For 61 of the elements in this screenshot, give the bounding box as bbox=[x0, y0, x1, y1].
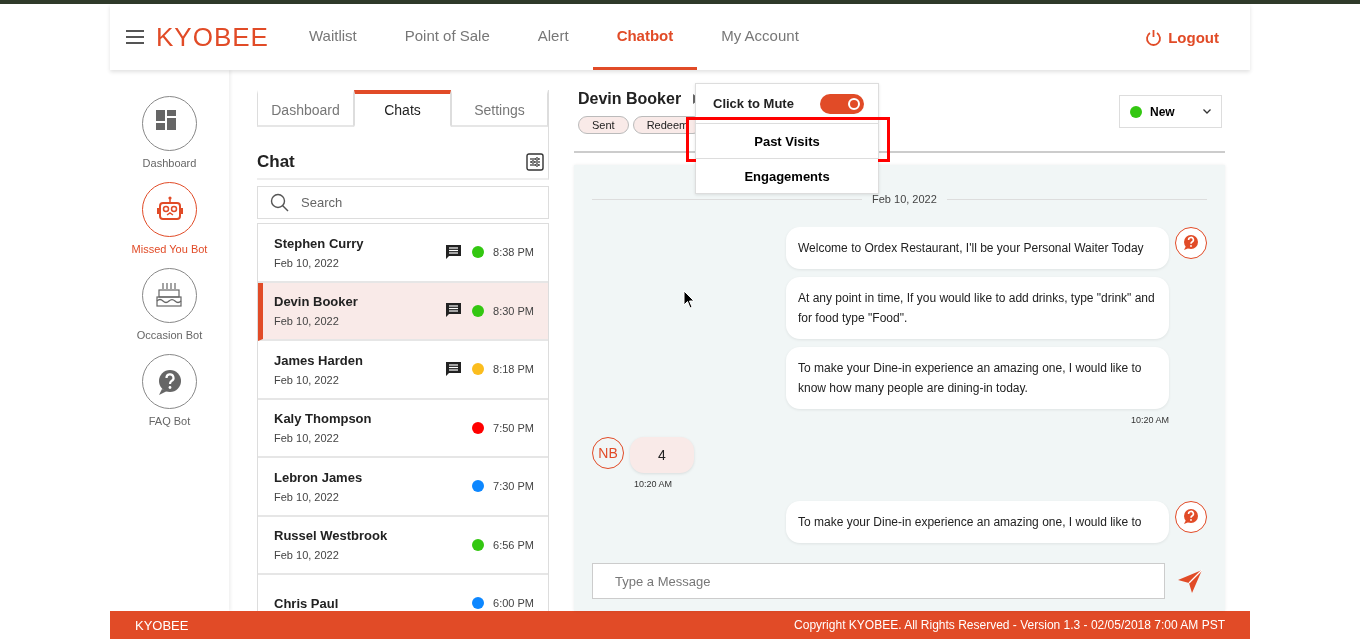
tab[interactable]: Settings bbox=[451, 90, 548, 127]
message-bubble: 4 bbox=[630, 437, 694, 473]
contact-name: Kaly Thompson bbox=[274, 411, 373, 427]
contact-name: Devin Booker bbox=[578, 90, 682, 108]
chat-time: 6:00 PM bbox=[493, 597, 534, 610]
contact-name: Russel Westbrook bbox=[274, 528, 389, 544]
message-time: 10:20 AM bbox=[634, 479, 674, 489]
cursor-icon bbox=[683, 290, 695, 310]
chat-item[interactable]: Devin Booker Feb 10, 2022 8:30 PM bbox=[258, 282, 548, 341]
nav-tab[interactable]: Alert bbox=[513, 4, 593, 70]
contact-name: Lebron James bbox=[274, 469, 364, 485]
chat-date: Feb 10, 2022 bbox=[274, 549, 340, 562]
contact-name: Devin Booker bbox=[274, 294, 359, 310]
toggle-switch[interactable] bbox=[820, 93, 864, 114]
chat-time: 8:38 PM bbox=[493, 246, 534, 259]
nav-tab[interactable]: Waitlist bbox=[284, 4, 381, 70]
nav-tab[interactable]: Point of Sale bbox=[380, 4, 514, 70]
power-icon bbox=[1145, 28, 1163, 46]
message-bubble: To make your Dine-in experience an amazing one, I would like to bbox=[786, 501, 1169, 543]
chat-time: 7:30 PM bbox=[493, 480, 534, 493]
chevron-down-icon bbox=[1203, 109, 1211, 114]
nav-tab[interactable]: Chatbot bbox=[592, 4, 698, 70]
tab[interactable]: Dashboard bbox=[257, 90, 354, 127]
chat-date: Feb 10, 2022 bbox=[274, 256, 340, 269]
chat-time: 8:18 PM bbox=[493, 363, 534, 376]
list-title: Chat bbox=[257, 151, 295, 172]
message-bubble: Welcome to Ordex Restaurant, I'll be your Personal Waiter Today bbox=[786, 227, 1169, 269]
question-bubble-icon bbox=[1175, 227, 1207, 259]
contact-name: Stephen Curry bbox=[274, 235, 365, 251]
send-button[interactable] bbox=[1177, 568, 1203, 594]
chat-time: 7:50 PM bbox=[493, 421, 534, 434]
message-bubble: At any point in time, If you would like to add drinks, type "drink" and for food type "Food". bbox=[786, 277, 1169, 339]
message-bubble: To make your Dine-in experience an amazing one, I would like to know how many people are dining-in today. bbox=[786, 347, 1169, 409]
brand-logo: KYOBEE bbox=[156, 21, 269, 53]
message-input[interactable]: Type a Message bbox=[592, 563, 1165, 599]
status-dropdown[interactable]: New bbox=[1119, 95, 1222, 128]
footer-brand: KYOBEE bbox=[135, 617, 189, 633]
chat-date: Feb 10, 2022 bbox=[274, 315, 340, 328]
menu-item[interactable]: Engagements bbox=[696, 158, 878, 193]
filter-icon bbox=[526, 152, 544, 171]
question-bubble-icon bbox=[1175, 501, 1207, 533]
tag: Sent bbox=[578, 116, 629, 134]
copyright-text: Copyright KYOBEE. All Rights Reserved - Version 1.3 - 02/05/2018 7:00 AM PST bbox=[794, 618, 1225, 632]
chat-time: 8:30 PM bbox=[493, 304, 534, 317]
menu-icon bbox=[126, 30, 144, 44]
chat-date: Feb 10, 2022 bbox=[274, 432, 340, 445]
menu-item[interactable]: Past Visits bbox=[696, 123, 878, 158]
logout-button[interactable]: Logout bbox=[1139, 27, 1225, 47]
search-icon bbox=[270, 193, 289, 212]
cake-icon bbox=[155, 281, 184, 310]
chat-date: Feb 10, 2022 bbox=[274, 373, 340, 386]
message-time: 10:20 AM bbox=[1130, 415, 1169, 425]
chat-date: Feb 10, 2022 bbox=[274, 490, 340, 503]
mute-label: Click to Mute bbox=[713, 96, 794, 111]
date-divider: Feb 10, 2022 bbox=[872, 193, 937, 205]
search-field[interactable]: Search bbox=[257, 186, 549, 219]
contact-name: James Harden bbox=[274, 352, 364, 368]
tab[interactable]: Chats bbox=[354, 90, 451, 127]
nav-tab[interactable]: My Account bbox=[697, 4, 823, 70]
contact-name: Chris Paul bbox=[274, 595, 340, 611]
chat-time: 6:56 PM bbox=[493, 538, 534, 551]
